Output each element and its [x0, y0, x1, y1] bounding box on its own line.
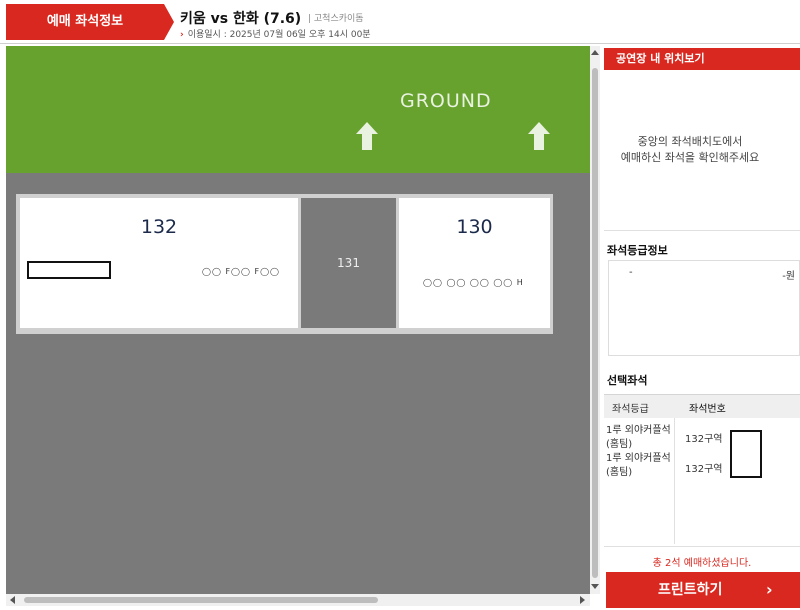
scroll-thumb[interactable]	[24, 597, 378, 603]
seat-grade-line: 1루 외야커플석	[606, 453, 671, 464]
scroll-down-icon[interactable]	[591, 584, 599, 589]
message-line: 예매하신 좌석을 확인해주세요	[620, 151, 760, 164]
section-131[interactable]: 131	[301, 198, 396, 328]
message-line: 중앙의 좌석배치도에서	[637, 135, 743, 148]
datetime-row: › 이용일시 : 2025년 07월 06일 오후 14시 00분	[180, 27, 371, 40]
column-header-seat: 좌석번호	[689, 404, 726, 415]
booking-summary: 총 2석 예매하셨습니다.	[652, 558, 752, 569]
seat-grade: 1루 외야커플석 (홈팀)	[606, 424, 671, 452]
section-number: 131	[337, 256, 360, 270]
scroll-left-icon[interactable]	[10, 596, 15, 604]
section-number: 130	[456, 216, 493, 238]
divider	[604, 230, 800, 231]
seat-row: ◯◯ F◯◯ F◯◯	[202, 267, 281, 276]
selected-seats-title: 선택좌석	[607, 374, 648, 387]
section-number: 132	[140, 216, 178, 238]
panel-title: 공연장 내 위치보기	[604, 48, 800, 70]
ground-label: GROUND	[400, 90, 492, 112]
grade-info-title: 좌석등급정보	[607, 244, 668, 257]
seat-number: 132구역	[685, 434, 723, 445]
print-button[interactable]: 프린트하기 ›	[606, 572, 800, 608]
selected-seats-list: 1루 외야커플석 (홈팀) 1루 외야커플석 (홈팀) 132구역 132구역	[604, 418, 800, 544]
seat-grade-line: 1루 외야커플석	[606, 425, 671, 436]
page-header: 예매 좌석정보 키움 vs 한화 (7.6) | 고척스카이돔 › 이용일시 : …	[0, 0, 800, 44]
selected-seat-marker[interactable]	[27, 261, 111, 279]
grade-info-box: - -원	[608, 260, 800, 356]
column-divider	[674, 418, 675, 544]
seat-map[interactable]: GROUND 132 ◯◯ F◯◯ F◯◯ 131 130 ◯◯ ◯◯ ◯◯ ◯…	[6, 46, 590, 594]
print-button-label: 프린트하기	[658, 582, 723, 598]
seat-row: ◯◯ ◯◯ ◯◯ ◯◯ H	[423, 278, 524, 287]
divider	[604, 546, 800, 547]
seat-grade-line: (홈팀)	[606, 439, 633, 450]
scroll-up-icon[interactable]	[591, 50, 599, 55]
seat-grade: 1루 외야커플석 (홈팀)	[606, 452, 671, 480]
seat-block: 132 ◯◯ F◯◯ F◯◯ 131 130 ◯◯ ◯◯ ◯◯ ◯◯ H	[16, 194, 553, 334]
seat-grade-line: (홈팀)	[606, 467, 633, 478]
up-arrow-icon	[356, 122, 378, 150]
reservation-seat-info-tab[interactable]: 예매 좌석정보	[6, 4, 164, 40]
grade-price: -원	[782, 271, 795, 282]
location-message: 중앙의 좌석배치도에서 예매하신 좌석을 확인해주세요	[604, 134, 776, 166]
seat-number-box	[730, 430, 762, 478]
vertical-scrollbar[interactable]	[590, 46, 600, 594]
selected-seats-header: 좌석등급 좌석번호	[604, 394, 800, 418]
ground-area: GROUND	[6, 46, 590, 173]
chevron-right-icon: ›	[180, 30, 184, 40]
info-panel: 공연장 내 위치보기 중앙의 좌석배치도에서 예매하신 좌석을 확인해주세요 좌…	[600, 46, 800, 610]
column-header-grade: 좌석등급	[612, 404, 649, 415]
up-arrow-icon	[528, 122, 550, 150]
datetime-text: 이용일시 : 2025년 07월 06일 오후 14시 00분	[187, 30, 371, 40]
scroll-right-icon[interactable]	[580, 596, 585, 604]
chevron-right-icon: ›	[766, 580, 773, 599]
scroll-thumb[interactable]	[592, 68, 598, 578]
horizontal-scrollbar[interactable]	[6, 594, 590, 606]
seat-number: 132구역	[685, 464, 723, 475]
section-132[interactable]: 132 ◯◯ F◯◯ F◯◯	[20, 198, 298, 328]
section-130[interactable]: 130 ◯◯ ◯◯ ◯◯ ◯◯ H	[399, 198, 550, 328]
venue-name: | 고척스카이돔	[308, 14, 364, 24]
tab-notch	[164, 4, 174, 40]
grade-name: -	[629, 267, 633, 278]
match-title: 키움 vs 한화 (7.6)	[180, 11, 302, 27]
